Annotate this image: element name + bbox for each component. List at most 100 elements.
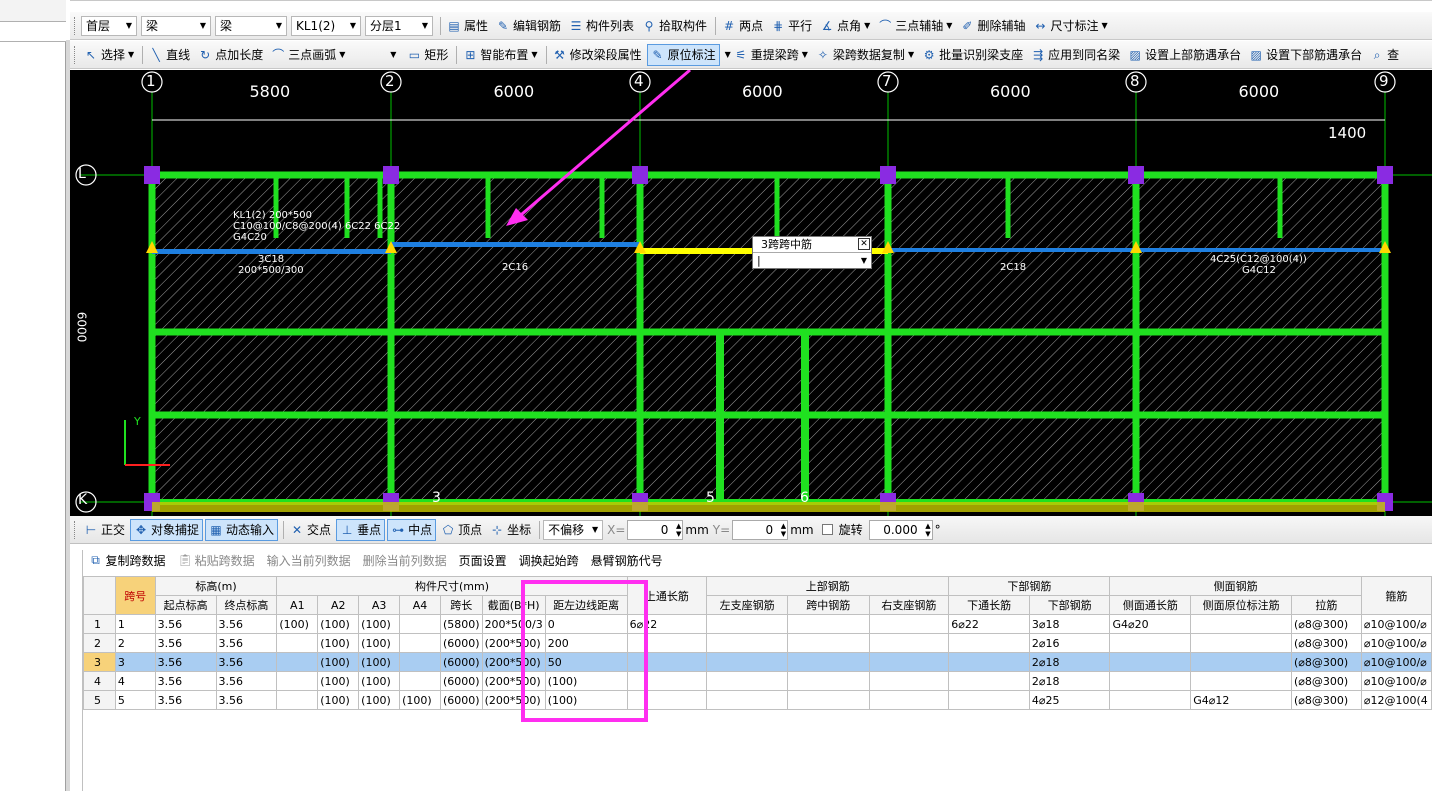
table-cell[interactable] (626, 633, 708, 653)
line-button[interactable]: ╲ 直线 (146, 44, 193, 66)
table-cell[interactable]: 3.56 (154, 671, 217, 691)
edit-tool-9[interactable]: 分割 (520, 0, 548, 1)
col-stirrup[interactable]: 箍筋 (1360, 576, 1432, 615)
table-cell[interactable]: 3.56 (215, 690, 278, 710)
table-cell[interactable]: (⌀8@300) (1290, 690, 1362, 710)
table-cell[interactable] (626, 671, 708, 691)
table-cell[interactable]: (200*500) (481, 690, 546, 710)
component-select[interactable]: KL1(2) ▼ (291, 15, 361, 36)
edit-tool-8[interactable]: 合并 (470, 0, 498, 1)
table-cell[interactable]: (100) (358, 652, 401, 672)
table-cell[interactable]: (100) (399, 690, 441, 710)
table-cell[interactable]: 50 (544, 652, 628, 672)
table-cell[interactable]: (6000) (439, 633, 483, 653)
span-table[interactable]: 跨号 标高(m) 构件尺寸(mm) 上通长筋 上部钢筋 下部钢筋 侧面钢筋 箍筋… (83, 576, 1432, 791)
col-header-0[interactable]: 起点标高 (154, 595, 217, 615)
rotate-checkbox[interactable] (821, 524, 833, 535)
table-cell[interactable]: 3.56 (154, 633, 217, 653)
col-header-13[interactable]: 下部钢筋 (1028, 595, 1111, 615)
table-cell[interactable] (706, 614, 788, 634)
col-header-15[interactable]: 侧面原位标注筋 (1190, 595, 1292, 615)
table-cell[interactable]: 1 (114, 614, 156, 634)
edit-tool-3[interactable]: 移动 (220, 0, 248, 1)
delete-column-button[interactable]: 删除当前列数据 (360, 549, 450, 571)
col-header-16[interactable]: 拉筋 (1290, 595, 1362, 615)
toolbar-grip[interactable] (74, 16, 77, 35)
delete-aux-button[interactable]: ✐ 删除辅轴 (957, 15, 1028, 37)
table-cell[interactable]: 3.56 (215, 614, 278, 634)
table-cell[interactable] (706, 633, 788, 653)
edit-tool-13[interactable]: 设置夹点 (720, 0, 770, 1)
span-copy-button[interactable]: ✧ 梁跨数据复制 ▼ (813, 44, 917, 66)
floor-select[interactable]: 首层 ▼ (81, 15, 137, 36)
three-point-aux-button[interactable]: ⌒ 三点辅轴 ▼ (875, 15, 955, 37)
cantilever-code-button[interactable]: 悬臂钢筋代号 (588, 549, 666, 571)
table-cell[interactable]: (100) (544, 671, 628, 691)
table-cell[interactable] (1109, 671, 1192, 691)
rotate-input[interactable]: 0.000 ▲ ▼ (868, 519, 933, 540)
table-cell[interactable]: (100) (317, 614, 360, 634)
component-list-button[interactable]: ☰ 构件列表 (566, 15, 637, 37)
col-header-3[interactable]: A2 (317, 595, 360, 615)
coordinate-snap[interactable]: ⊹ 坐标 (487, 519, 534, 541)
col-header-8[interactable]: 距左边线距离 (544, 595, 628, 615)
point-length-button[interactable]: ↻ 点加长度 (195, 44, 266, 66)
table-cell[interactable] (399, 614, 441, 634)
left-panel-row[interactable] (0, 22, 66, 42)
arc-mode-select[interactable]: ▼ (350, 45, 400, 65)
table-cell[interactable]: G4⌀12 (1190, 690, 1292, 710)
x-input[interactable]: 0 ▲ ▼ (627, 519, 684, 540)
table-cell[interactable] (626, 652, 708, 672)
edit-tool-10[interactable]: 对齐 (570, 0, 598, 1)
col-header-11[interactable]: 右支座钢筋 (868, 595, 950, 615)
table-cell[interactable]: 3⌀18 (1028, 614, 1111, 634)
table-cell[interactable]: (⌀8@300) (1290, 633, 1362, 653)
table-cell[interactable]: (100) (358, 671, 401, 691)
table-cell[interactable] (948, 690, 1030, 710)
table-cell[interactable] (276, 652, 319, 672)
table-cell[interactable]: 3.56 (154, 652, 217, 672)
pick-component-button[interactable]: ⚲ 拾取构件 (639, 15, 710, 37)
layer-select[interactable]: 分层1 ▼ (365, 15, 433, 36)
edit-tool-2[interactable]: 镜像 (170, 0, 198, 1)
offset-mode-select[interactable]: 不偏移 ▼ (543, 519, 604, 540)
table-cell[interactable]: (6000) (439, 652, 483, 672)
col-header-14[interactable]: 侧面通长筋 (1109, 595, 1192, 615)
table-cell[interactable] (1109, 633, 1192, 653)
table-row[interactable]: 4 4 3.56 3.56 (100) (100) (6000) (200*500) (100)… (83, 671, 1432, 691)
col-header-7[interactable]: 截面(B*H) (481, 595, 546, 615)
col-header-9[interactable]: 左支座钢筋 (706, 595, 788, 615)
input-column-button[interactable]: 输入当前列数据 (264, 549, 354, 571)
object-snap-toggle[interactable]: ✥ 对象捕捉 (130, 518, 204, 541)
edit-tool-1[interactable]: 复制 (120, 0, 148, 1)
table-cell[interactable]: 6⌀22 (948, 614, 1030, 634)
perpendicular-snap[interactable]: ⊥ 垂点 (336, 518, 386, 541)
batch-identify-button[interactable]: ⚙ 批量识别梁支座 (919, 44, 1026, 66)
table-row[interactable]: 2 2 3.56 3.56 (100) (100) (6000) (200*500) 200 2⌀… (83, 633, 1432, 653)
left-panel-header[interactable] (0, 0, 66, 22)
more-button[interactable]: ⌕ 查 (1367, 44, 1402, 66)
paste-span-button[interactable]: 📋︎ 粘贴跨数据 (175, 549, 258, 571)
table-cell[interactable] (868, 671, 950, 691)
intersection-snap[interactable]: ✕ 交点 (287, 519, 334, 541)
drawing-canvas[interactable]: 1 2 4 7 8 9 5800 6000 6000 6000 6000 1400 KL1(2) 2… (70, 70, 1432, 516)
y-input[interactable]: 0 ▲ ▼ (732, 519, 789, 540)
col-top-through[interactable]: 上通长筋 (626, 576, 708, 615)
table-cell[interactable]: ⌀10@100/⌀ (1360, 633, 1432, 653)
table-cell[interactable] (276, 690, 319, 710)
table-cell[interactable] (868, 652, 950, 672)
col-header-12[interactable]: 下通长筋 (948, 595, 1030, 615)
col-span-no[interactable]: 跨号 (114, 576, 156, 615)
table-cell[interactable]: (100) (317, 652, 360, 672)
table-cell[interactable] (1109, 690, 1192, 710)
table-cell[interactable] (706, 652, 788, 672)
table-cell[interactable]: 2⌀18 (1028, 671, 1111, 691)
two-point-button[interactable]: # 两点 (719, 15, 766, 37)
table-cell[interactable] (786, 671, 870, 691)
select-button[interactable]: ↖ 选择 ▼ (81, 44, 137, 66)
rectangle-button[interactable]: ▭ 矩形 (404, 44, 451, 66)
table-cell[interactable]: (100) (317, 690, 360, 710)
table-cell[interactable] (1190, 652, 1292, 672)
copy-span-button[interactable]: ⧉ 复制跨数据 (86, 549, 169, 571)
table-cell[interactable]: (100) (276, 614, 319, 634)
